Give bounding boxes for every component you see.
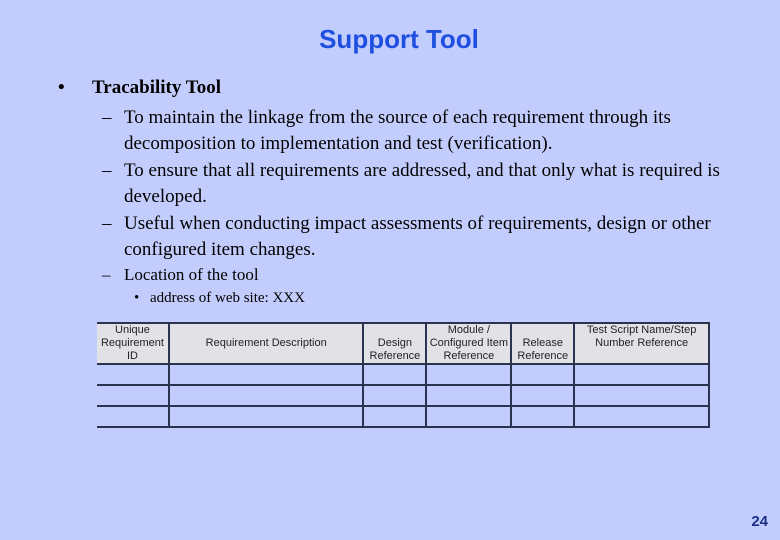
- column-header-module-ref: Module / Configured Item Reference: [425, 322, 513, 365]
- table-cell: [167, 363, 365, 386]
- table-cell: [362, 405, 428, 428]
- sub-point: – Location of the tool: [102, 262, 722, 288]
- dash-icon: –: [102, 160, 112, 181]
- table-cell: [425, 405, 513, 428]
- dash-icon: –: [102, 213, 112, 234]
- table-cell: [167, 405, 365, 428]
- table-cell: [97, 363, 170, 386]
- traceability-table: Unique Requirement ID Requirement Descri…: [97, 322, 710, 428]
- table-row: [97, 405, 710, 428]
- table-cell: [362, 363, 428, 386]
- sub-sub-point-text: address of web site: XXX: [150, 290, 305, 306]
- bullet-icon: •: [134, 290, 140, 306]
- table-cell: [510, 384, 576, 407]
- table-header-row: Unique Requirement ID Requirement Descri…: [97, 322, 710, 365]
- column-header-design-ref: Design Reference: [362, 322, 428, 365]
- table-cell: [97, 384, 170, 407]
- sub-point: – To maintain the linkage from the sourc…: [102, 105, 722, 157]
- table-cell: [425, 384, 513, 407]
- dash-icon: –: [102, 265, 111, 284]
- main-bullet: • Tracability Tool: [58, 77, 221, 99]
- table-cell: [362, 384, 428, 407]
- table-cell: [510, 363, 576, 386]
- sub-point: – To ensure that all requirements are ad…: [102, 158, 722, 210]
- slide-title: Support Tool: [319, 24, 479, 54]
- column-header-test-script-ref: Test Script Name/Step Number Reference: [573, 322, 710, 365]
- table-cell: [510, 405, 576, 428]
- table-cell: [573, 405, 710, 428]
- page-number: 24: [751, 513, 768, 530]
- sub-point-text: To maintain the linkage from the source …: [124, 107, 671, 154]
- table-cell: [573, 363, 710, 386]
- dash-icon: –: [102, 107, 112, 128]
- main-bullet-text: Tracability Tool: [92, 77, 221, 98]
- bullet-icon: •: [58, 77, 65, 98]
- column-header-description: Requirement Description: [167, 322, 365, 365]
- sub-point-text: Useful when conducting impact assessment…: [124, 213, 711, 260]
- table-cell: [425, 363, 513, 386]
- table-row: [97, 363, 710, 386]
- table-cell: [97, 405, 170, 428]
- sub-point-text: Location of the tool: [124, 265, 259, 284]
- sub-point-text: To ensure that all requirements are addr…: [124, 160, 720, 207]
- table-row: [97, 384, 710, 407]
- column-header-unique-id: Unique Requirement ID: [97, 322, 170, 365]
- sub-sub-point: • address of web site: XXX: [134, 290, 305, 307]
- table-cell: [573, 384, 710, 407]
- sub-point: – Useful when conducting impact assessme…: [102, 211, 722, 263]
- column-header-release-ref: Release Reference: [510, 322, 576, 365]
- table-cell: [167, 384, 365, 407]
